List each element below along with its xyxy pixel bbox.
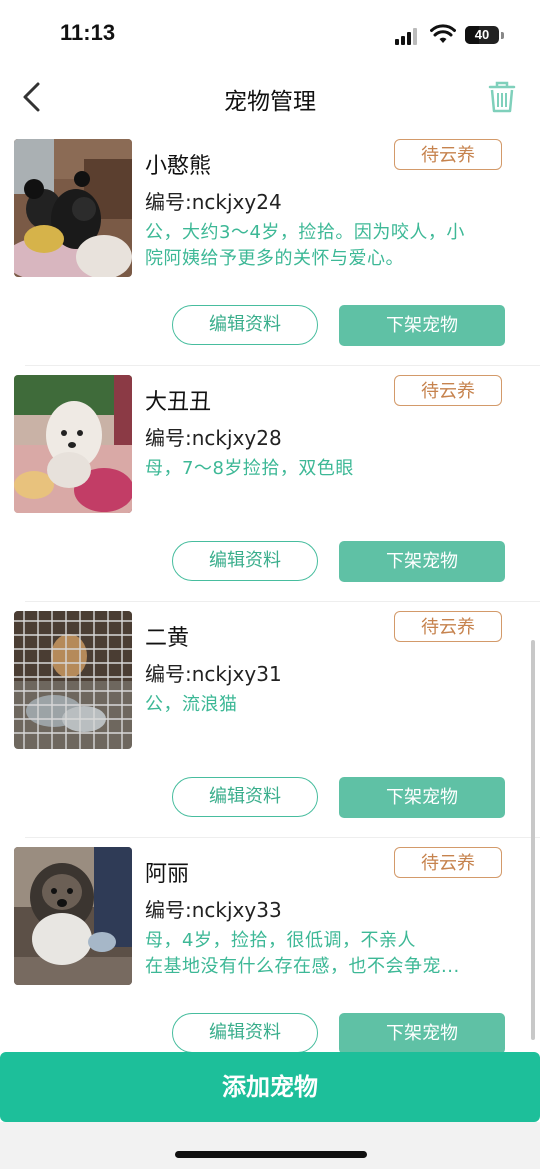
unlist-pet-button[interactable]: 下架宠物 — [339, 777, 505, 818]
pet-description-line: 公，流浪猫 — [145, 694, 238, 715]
battery-cap — [501, 32, 504, 39]
bottom-safe-area — [0, 1122, 540, 1169]
battery-percentage: 40 — [474, 27, 490, 42]
edit-profile-button[interactable]: 编辑资料 — [172, 1013, 318, 1053]
trash-icon — [488, 81, 516, 113]
edit-profile-button[interactable]: 编辑资料 — [172, 305, 318, 345]
battery-icon: 40 — [465, 26, 499, 44]
page-title: 宠物管理 — [224, 89, 316, 115]
pet-card: 大丑丑 编号:nckjxy28 母，7～8岁捡拾，双色眼 待云养 编辑资料 下架… — [14, 366, 540, 602]
pet-name: 阿丽 — [145, 862, 190, 887]
status-badge: 待云养 — [394, 139, 502, 170]
pet-photo[interactable] — [14, 847, 132, 985]
unlist-pet-button[interactable]: 下架宠物 — [339, 541, 505, 582]
home-indicator[interactable] — [175, 1151, 367, 1158]
pet-description-line: 母，4岁，捡拾，很低调，不亲人 — [145, 930, 416, 951]
pet-id: 编号:nckjxy28 — [145, 426, 282, 450]
status-badge: 待云养 — [394, 375, 502, 406]
delete-button[interactable] — [484, 78, 520, 118]
pet-list: 小憨熊 编号:nckjxy24 公，大约3～4岁，捡拾。因为咬人，小 院阿姨给予… — [0, 130, 540, 1073]
pet-description-line: 在基地没有什么存在感，也不会争宠... — [145, 956, 460, 977]
pet-id: 编号:nckjxy24 — [145, 190, 282, 214]
status-time: 11:13 — [60, 20, 116, 45]
pet-name: 大丑丑 — [145, 390, 212, 415]
status-badge: 待云养 — [394, 847, 502, 878]
pet-description: 公，大约3～4岁，捡拾。因为咬人，小 院阿姨给予更多的关怀与爱心。 — [145, 220, 515, 272]
pet-photo[interactable] — [14, 139, 132, 277]
signal-icon — [395, 27, 421, 45]
wifi-icon — [430, 24, 456, 43]
edit-profile-button[interactable]: 编辑资料 — [172, 541, 318, 581]
pet-id: 编号:nckjxy33 — [145, 898, 282, 922]
scrollbar[interactable] — [531, 640, 535, 1040]
pet-id: 编号:nckjxy31 — [145, 662, 282, 686]
edit-profile-button[interactable]: 编辑资料 — [172, 777, 318, 817]
status-bar: 11:13 40 — [0, 0, 540, 70]
pet-description: 母，7～8岁捡拾，双色眼 — [145, 456, 515, 482]
unlist-pet-button[interactable]: 下架宠物 — [339, 305, 505, 346]
pet-description-line: 院阿姨给予更多的关怀与爱心。 — [145, 248, 404, 269]
pet-description-line: 母，7～8岁捡拾，双色眼 — [145, 458, 354, 479]
pet-card: 阿丽 编号:nckjxy33 母，4岁，捡拾，很低调，不亲人 在基地没有什么存在… — [14, 838, 540, 1073]
status-badge: 待云养 — [394, 611, 502, 642]
pet-name: 二黄 — [145, 626, 190, 651]
pet-description: 母，4岁，捡拾，很低调，不亲人 在基地没有什么存在感，也不会争宠... — [145, 928, 515, 980]
pet-card: 二黄 编号:nckjxy31 公，流浪猫 待云养 编辑资料 下架宠物 — [14, 602, 540, 838]
pet-description-line: 公，大约3～4岁，捡拾。因为咬人，小 — [145, 222, 465, 243]
pet-photo[interactable] — [14, 611, 132, 749]
unlist-pet-button[interactable]: 下架宠物 — [339, 1013, 505, 1054]
pet-description: 公，流浪猫 — [145, 692, 515, 718]
add-pet-button[interactable]: 添加宠物 — [0, 1052, 540, 1122]
pet-name: 小憨熊 — [145, 154, 212, 179]
pet-photo[interactable] — [14, 375, 132, 513]
nav-bar: 宠物管理 — [0, 70, 540, 126]
pet-card: 小憨熊 编号:nckjxy24 公，大约3～4岁，捡拾。因为咬人，小 院阿姨给予… — [14, 130, 540, 366]
